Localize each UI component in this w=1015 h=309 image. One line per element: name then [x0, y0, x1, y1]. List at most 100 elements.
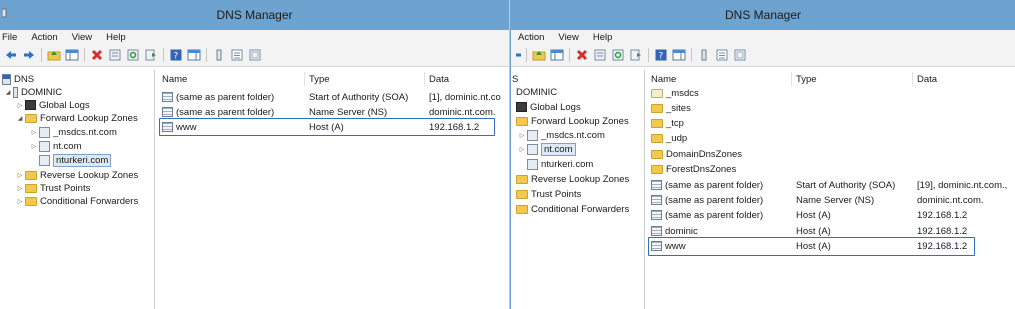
export-list-icon[interactable] [629, 48, 643, 62]
toolbar-separator [526, 48, 527, 62]
tree-node-global-logs[interactable]: Global Logs [516, 101, 581, 113]
column-header-data[interactable]: Data [917, 72, 937, 86]
help-icon[interactable]: ? [169, 48, 183, 62]
delete-icon[interactable] [90, 48, 104, 62]
tree-node-dominic[interactable]: ◢ DOMINIC [4, 86, 62, 98]
expand-arrow-icon[interactable]: ▷ [16, 185, 24, 192]
menu-action[interactable]: Action [511, 32, 551, 43]
show-console-tree-icon[interactable] [65, 48, 79, 62]
zone-icon [527, 129, 538, 141]
expand-arrow-icon[interactable]: ▷ [30, 143, 38, 150]
up-folder-icon[interactable] [47, 48, 61, 62]
tree-node-nturkeri-com[interactable]: nturkeri.com [30, 153, 112, 167]
menu-action[interactable]: Action [24, 32, 64, 43]
menu-file[interactable]: File [0, 32, 24, 43]
show-action-pane-icon[interactable] [187, 48, 201, 62]
back-arrow-icon[interactable] [4, 48, 18, 62]
tree-node-nturkeri-com[interactable]: nturkeri.com [527, 158, 593, 170]
server-action-icon[interactable] [697, 48, 711, 62]
menu-help[interactable]: Help [586, 32, 620, 43]
logs-icon [516, 102, 527, 112]
tree-node-conditional-forwarders[interactable]: Conditional Forwarders [516, 203, 629, 215]
title-bar[interactable]: DNS Manager [0, 0, 509, 30]
toolbar-separator [163, 48, 164, 62]
forward-arrow-icon[interactable] [22, 48, 36, 62]
expand-arrow-icon[interactable]: ▷ [16, 198, 24, 205]
collapse-arrow-icon[interactable]: ◢ [16, 115, 24, 122]
tree-node-msdcs-nt-com[interactable]: ▷ _msdcs.nt.com [30, 126, 117, 138]
svg-text:?: ? [174, 52, 179, 62]
column-header-name[interactable]: Name [162, 72, 187, 86]
refresh-icon[interactable] [611, 48, 625, 62]
column-header-type[interactable]: Type [309, 72, 330, 86]
record-icon [651, 210, 662, 220]
list-item[interactable]: _udp [651, 132, 687, 144]
list-view-icon[interactable] [715, 48, 729, 62]
tree-node-global-logs[interactable]: ▷ Global Logs [16, 99, 90, 111]
menu-help[interactable]: Help [99, 32, 133, 43]
folder-icon [25, 113, 37, 123]
tree-node-nt-com[interactable]: ▷ nt.com [30, 140, 82, 152]
collapse-arrow-icon[interactable]: ◢ [4, 89, 12, 96]
expand-arrow-icon[interactable]: ▷ [518, 146, 526, 153]
show-action-pane-icon[interactable] [672, 48, 686, 62]
menu-bar: Action View Help [511, 30, 1015, 44]
expand-arrow-icon[interactable]: ▷ [30, 129, 38, 136]
tree-node-msdcs-nt-com[interactable]: ▷ _msdcs.nt.com [518, 129, 605, 141]
tree-node-forward-lookup-zones[interactable]: Forward Lookup Zones [516, 115, 629, 127]
server-action-icon[interactable] [212, 48, 226, 62]
list-item[interactable]: DomainDnsZones [651, 148, 742, 160]
show-console-tree-icon[interactable] [550, 48, 564, 62]
column-header-data[interactable]: Data [429, 72, 449, 86]
window-title: DNS Manager [724, 8, 802, 22]
expand-arrow-icon[interactable]: ▷ [16, 102, 24, 109]
list-item[interactable]: _sites [651, 102, 691, 114]
folder-icon [25, 196, 37, 206]
highlight-box [159, 118, 495, 136]
record-icon [651, 180, 662, 190]
list-view-icon[interactable] [230, 48, 244, 62]
export-list-icon[interactable] [144, 48, 158, 62]
tree-node-dominic[interactable]: DOMINIC [516, 86, 557, 98]
zone-icon [39, 140, 50, 152]
tree-node-forward-lookup-zones[interactable]: ◢ Forward Lookup Zones [16, 112, 138, 124]
folder-icon [516, 204, 528, 214]
window-title: DNS Manager [216, 8, 293, 22]
column-header-name[interactable]: Name [651, 72, 676, 86]
refresh-icon[interactable] [126, 48, 140, 62]
folder-icon [651, 88, 663, 98]
menu-bar: File Action View Help [0, 30, 509, 44]
tree-node-trust-points[interactable]: ▷ Trust Points [16, 182, 91, 194]
title-bar[interactable]: DNS Manager [511, 0, 1015, 30]
expand-arrow-icon[interactable]: ▷ [16, 172, 24, 179]
filter-icon[interactable] [248, 48, 262, 62]
delete-icon[interactable] [575, 48, 589, 62]
menu-view[interactable]: View [65, 32, 99, 43]
tree-node-trust-points[interactable]: Trust Points [516, 188, 581, 200]
expand-arrow-icon[interactable]: ▷ [518, 132, 526, 139]
up-folder-icon[interactable] [532, 48, 546, 62]
menu-view[interactable]: View [551, 32, 585, 43]
list-item[interactable]: _tcp [651, 117, 684, 129]
folder-icon [516, 189, 528, 199]
folder-icon [651, 149, 663, 159]
tree-node-dns[interactable]: DNS [2, 73, 34, 85]
help-icon[interactable]: ? [654, 48, 668, 62]
filter-icon[interactable] [733, 48, 747, 62]
console-tree: S DOMINIC Global Logs Forward Lookup Zon… [511, 70, 645, 309]
tree-node-dns[interactable]: S [512, 73, 518, 85]
list-item[interactable]: ForestDnsZones [651, 163, 736, 175]
console-tree: DNS ◢ DOMINIC ▷ Global Logs ◢ Forward Looku… [0, 70, 155, 309]
list-item[interactable]: _msdcs [651, 87, 699, 99]
properties-icon[interactable] [593, 48, 607, 62]
logs-icon [25, 100, 36, 110]
tree-node-reverse-lookup-zones[interactable]: Reverse Lookup Zones [516, 173, 629, 185]
tree-node-reverse-lookup-zones[interactable]: ▷ Reverse Lookup Zones [16, 169, 139, 181]
forward-arrow-icon[interactable] [515, 48, 521, 62]
window-menu-icon[interactable] [2, 8, 8, 18]
tree-node-nt-com[interactable]: ▷ nt.com [518, 142, 576, 156]
toolbar-separator [206, 48, 207, 62]
tree-node-conditional-forwarders[interactable]: ▷ Conditional Forwarders [16, 195, 139, 207]
column-header-type[interactable]: Type [796, 72, 817, 86]
properties-icon[interactable] [108, 48, 122, 62]
